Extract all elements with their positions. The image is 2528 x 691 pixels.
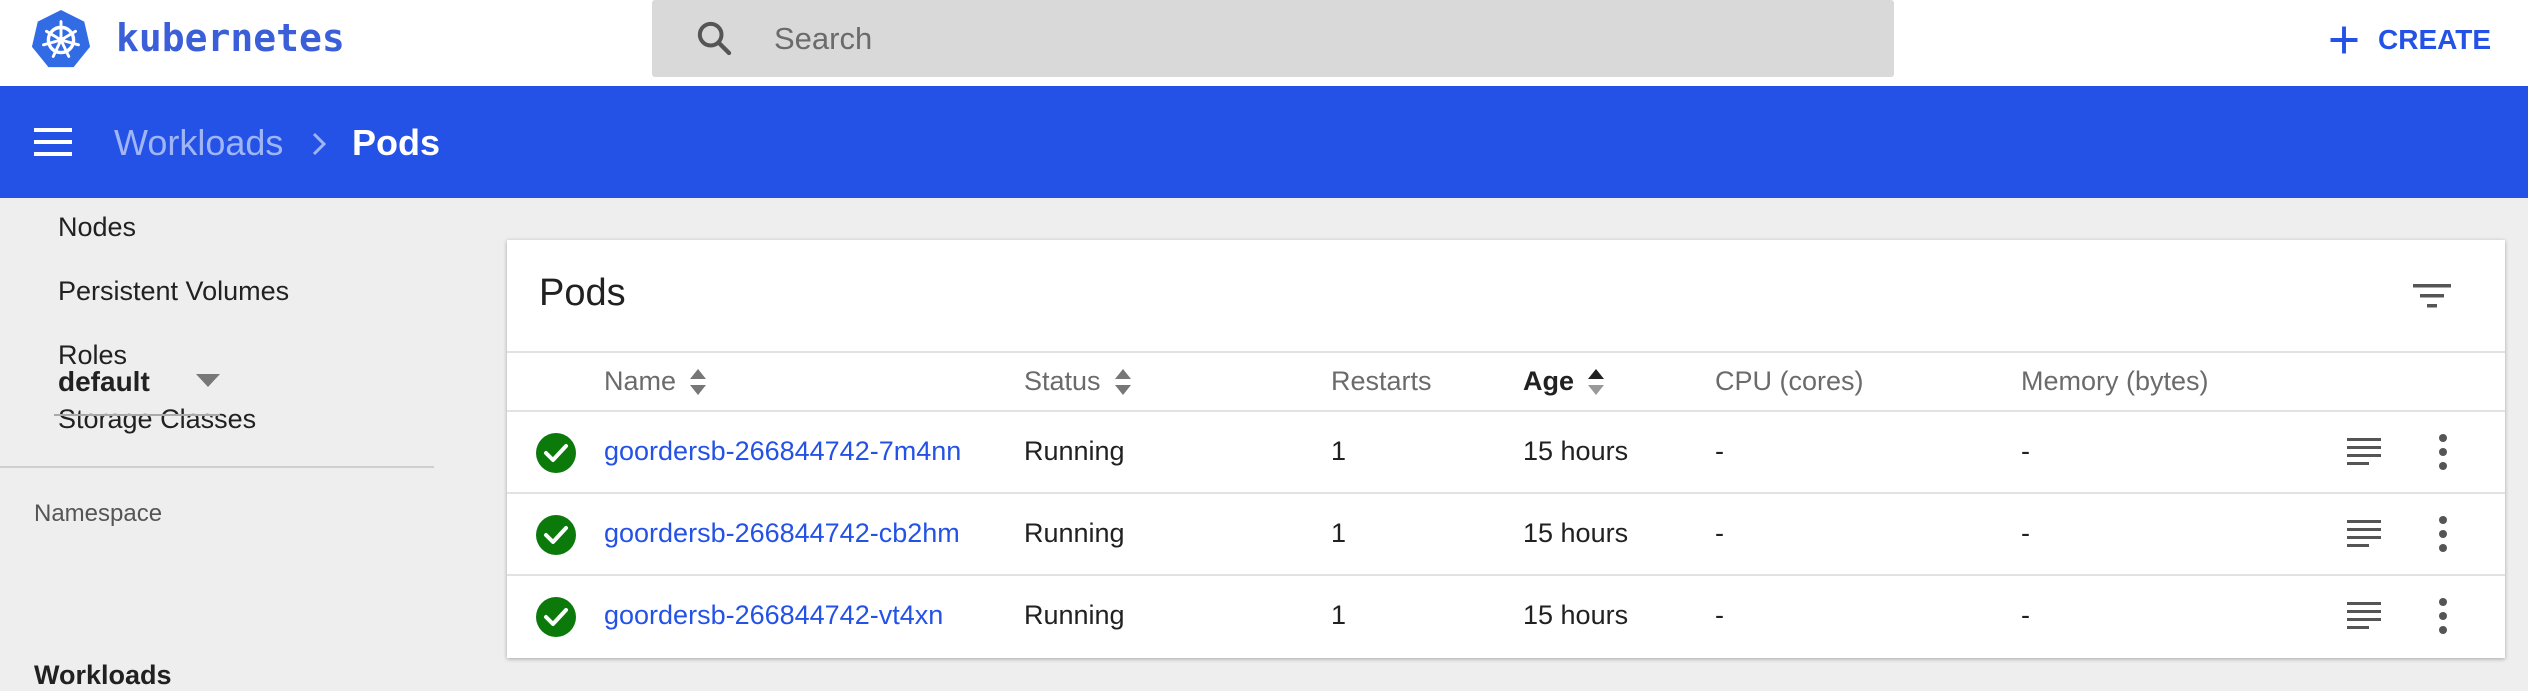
column-memory-label: Memory (bytes): [2021, 366, 2209, 396]
pod-age: 15 hours: [1523, 600, 1629, 630]
sidebar-item-persistent-volumes[interactable]: Persistent Volumes: [58, 276, 289, 307]
column-header-memory: Memory (bytes): [2021, 366, 2209, 397]
table-row: goordersb-266844742-cb2hm Running 1 15 h…: [507, 492, 2505, 574]
breadcrumb-workloads[interactable]: Workloads: [114, 122, 283, 164]
more-vert-icon[interactable]: [2437, 514, 2449, 554]
column-cpu-label: CPU (cores): [1715, 366, 1864, 396]
chevron-down-icon: [196, 374, 220, 387]
pod-restarts: 1: [1331, 600, 1347, 630]
pod-memory: -: [2021, 436, 2030, 466]
sidebar-divider: [0, 466, 434, 468]
pod-memory: -: [2021, 600, 2030, 630]
column-header-restarts: Restarts: [1331, 366, 1432, 397]
column-header-cpu: CPU (cores): [1715, 366, 1864, 397]
chevron-right-icon: [312, 132, 327, 156]
sidebar: Nodes Persistent Volumes Roles Storage C…: [0, 198, 440, 690]
namespace-select[interactable]: default: [54, 360, 220, 416]
filter-icon[interactable]: [2411, 280, 2453, 312]
logs-icon[interactable]: [2347, 518, 2383, 550]
pod-restarts: 1: [1331, 518, 1347, 548]
pod-cpu: -: [1715, 600, 1724, 630]
sort-icon: [1588, 368, 1605, 395]
table-row: goordersb-266844742-vt4xn Running 1 15 h…: [507, 574, 2505, 656]
namespace-label: Namespace: [34, 500, 163, 527]
check-circle-icon: [536, 433, 576, 473]
pod-name-link[interactable]: goordersb-266844742-cb2hm: [604, 518, 960, 549]
search-input[interactable]: [774, 0, 1854, 77]
sort-icon: [1114, 368, 1131, 395]
menu-icon[interactable]: [34, 126, 74, 158]
pod-name-link[interactable]: goordersb-266844742-vt4xn: [604, 600, 943, 631]
logs-icon[interactable]: [2347, 436, 2383, 468]
logs-icon[interactable]: [2347, 600, 2383, 632]
more-vert-icon[interactable]: [2437, 432, 2449, 472]
namespace-value: default: [58, 366, 150, 397]
column-header-name[interactable]: Name: [604, 366, 708, 397]
pod-restarts: 1: [1331, 436, 1347, 466]
search-bar[interactable]: [652, 0, 1894, 77]
plus-icon: [2330, 26, 2358, 54]
pod-memory: -: [2021, 518, 2030, 548]
pod-status: Running: [1024, 518, 1125, 548]
page-header: Workloads Pods: [0, 86, 2528, 198]
pod-name-link[interactable]: goordersb-266844742-7m4nn: [604, 436, 961, 467]
sidebar-item-nodes[interactable]: Nodes: [58, 212, 136, 243]
sidebar-section-workloads[interactable]: Workloads: [34, 660, 172, 691]
column-header-age[interactable]: Age: [1523, 366, 1606, 397]
pod-age: 15 hours: [1523, 436, 1629, 466]
column-status-label: Status: [1024, 366, 1101, 396]
check-circle-icon: [536, 515, 576, 555]
pods-card: Pods Name Status Restarts Age CPU (cores…: [507, 240, 2505, 658]
pod-status: Running: [1024, 436, 1125, 466]
top-bar: kubernetes CREATE: [0, 0, 2528, 86]
card-title: Pods: [539, 272, 626, 314]
pod-cpu: -: [1715, 436, 1724, 466]
column-age-label: Age: [1523, 366, 1575, 396]
more-vert-icon[interactable]: [2437, 596, 2449, 636]
card-divider: [507, 351, 2505, 353]
table-row: goordersb-266844742-7m4nn Running 1 15 h…: [507, 410, 2505, 492]
pod-age: 15 hours: [1523, 518, 1629, 548]
column-header-status[interactable]: Status: [1024, 366, 1133, 397]
column-restarts-label: Restarts: [1331, 366, 1432, 396]
create-button[interactable]: CREATE: [2326, 16, 2491, 64]
breadcrumb-pods: Pods: [352, 122, 441, 163]
brand-name[interactable]: kubernetes: [116, 16, 345, 60]
kubernetes-logo-icon[interactable]: [30, 8, 92, 70]
pod-status: Running: [1024, 600, 1125, 630]
sort-icon: [690, 368, 707, 395]
pod-cpu: -: [1715, 518, 1724, 548]
search-icon: [697, 21, 732, 56]
column-name-label: Name: [604, 366, 677, 396]
check-circle-icon: [536, 597, 576, 637]
create-button-label: CREATE: [2378, 24, 2492, 55]
